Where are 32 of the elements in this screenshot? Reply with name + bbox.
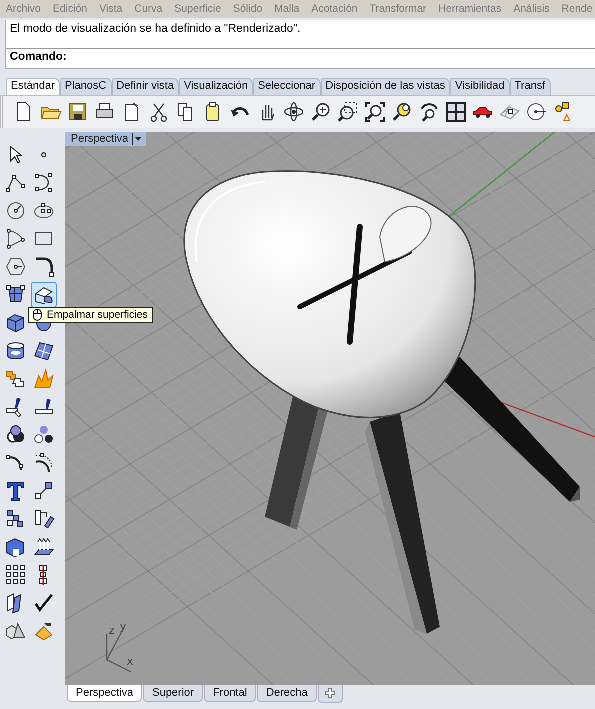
save-icon[interactable] <box>67 101 89 123</box>
toolbar-tab[interactable]: PlanosC <box>60 78 112 95</box>
axis-label: z <box>109 624 115 637</box>
toolbar-tab[interactable]: Definir vista <box>112 78 180 95</box>
viewport-tab[interactable]: Frontal <box>204 685 256 702</box>
scissors-icon[interactable] <box>148 101 170 123</box>
toolbar-tab[interactable]: Transf <box>510 78 551 95</box>
dropdown-caret-icon[interactable] <box>132 133 144 145</box>
axis-label: y <box>120 620 127 633</box>
command-prompt-field[interactable]: Comando: <box>6 49 595 68</box>
viewport-tab[interactable]: Superior <box>143 685 204 702</box>
circle-point-icon[interactable] <box>526 101 548 123</box>
plus-icon <box>324 688 336 699</box>
zoom-icon[interactable] <box>310 101 332 123</box>
toolbar-tab[interactable]: Visualización <box>179 78 254 95</box>
toolbar-tab[interactable]: Estándar <box>6 78 60 95</box>
viewport-tab[interactable]: Perspectiva <box>67 685 142 702</box>
zoom-extents-icon[interactable] <box>364 101 386 123</box>
stool-model-drawing[interactable] <box>184 170 580 634</box>
zoom-window-icon[interactable] <box>337 101 359 123</box>
viewport-title-tab[interactable]: Perspectiva <box>65 132 146 146</box>
add-viewport-tab[interactable] <box>318 685 343 703</box>
axis-label: x <box>127 655 134 668</box>
orbit-icon[interactable] <box>283 101 305 123</box>
command-history: El modo de visualización se ha definido a "Renderizado". <box>6 20 595 49</box>
toolbar-tab[interactable]: Disposición de las vistas <box>320 78 450 95</box>
four-viewports-icon[interactable] <box>445 101 467 123</box>
zoom-selected-icon[interactable] <box>391 101 413 123</box>
toolbar-tab[interactable]: Seleccionar <box>253 78 321 95</box>
toolbar-tab[interactable]: Visibilidad <box>450 78 510 95</box>
viewport-tab[interactable]: Derecha <box>257 685 317 702</box>
viewport-title: Perspectiva <box>71 133 128 145</box>
